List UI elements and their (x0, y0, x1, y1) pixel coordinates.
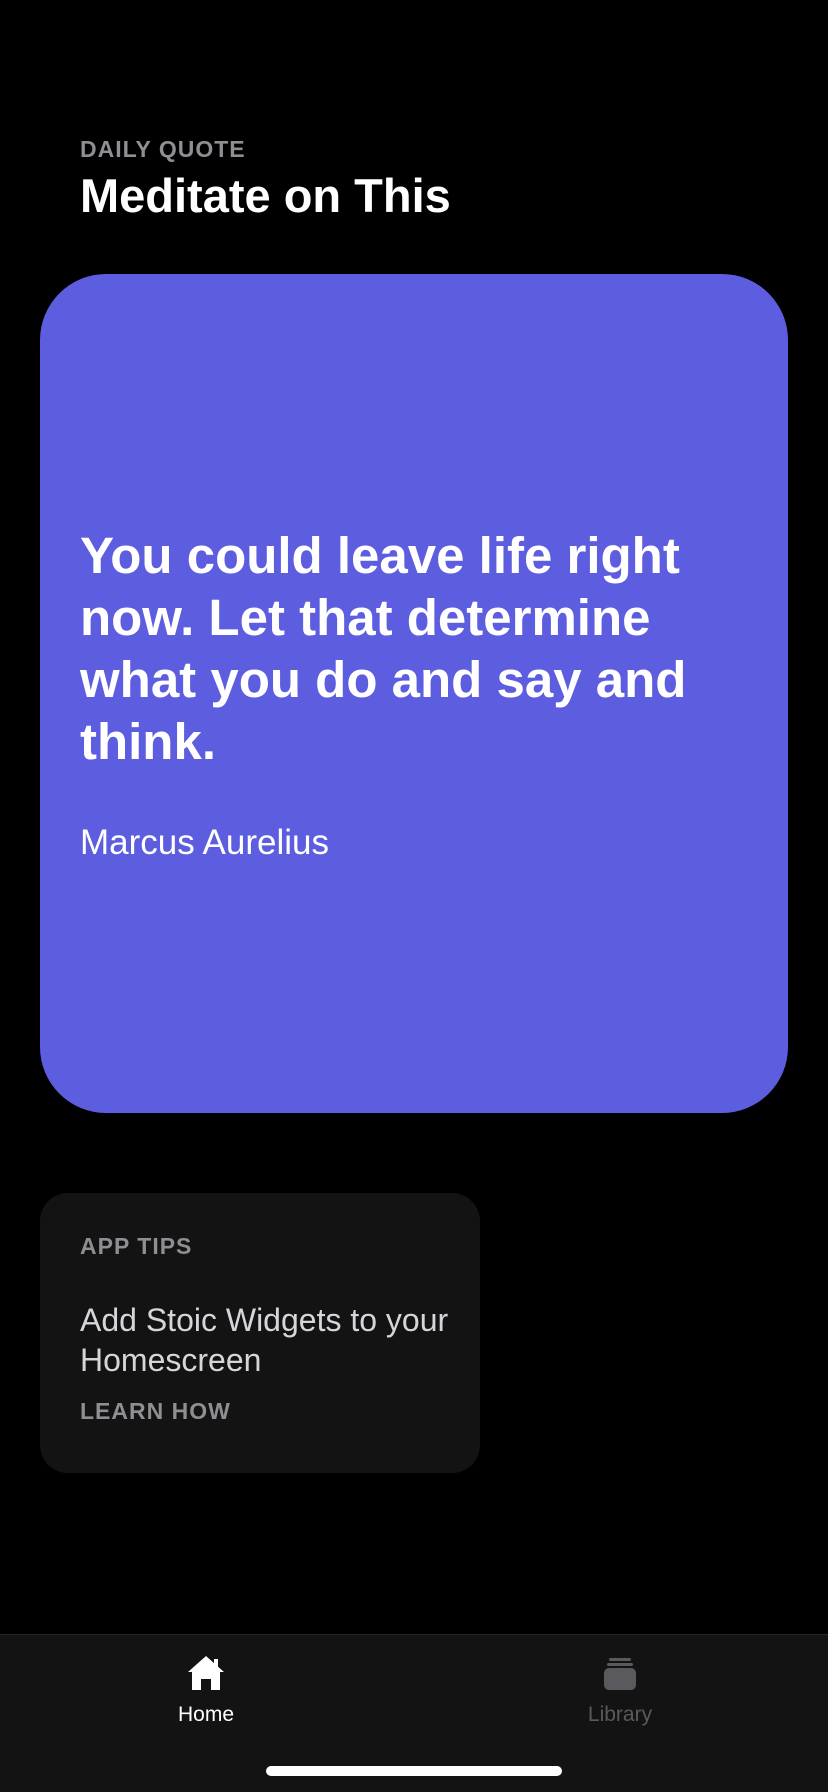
tab-library[interactable]: Library (520, 1635, 720, 1745)
tips-headline: Add Stoic Widgets to your Homescreen (80, 1302, 449, 1378)
section-eyebrow: DAILY QUOTE (80, 136, 246, 162)
tab-home[interactable]: Home (106, 1635, 306, 1745)
app-tips-card[interactable]: APP TIPS Add Stoic Widgets to your Homes… (40, 1193, 480, 1473)
tab-home-label: Home (177, 1703, 235, 1726)
home-screen: DAILY QUOTE Meditate on This You could l… (0, 0, 828, 1792)
home-indicator[interactable] (266, 1766, 562, 1776)
quote-text: You could leave life right now. Let that… (80, 526, 687, 770)
page-title: Meditate on This (80, 169, 451, 222)
tab-library-label: Library (587, 1703, 653, 1726)
house-icon (188, 1656, 224, 1690)
quote-author: Marcus Aurelius (80, 822, 329, 862)
tips-eyebrow: APP TIPS (80, 1233, 193, 1259)
quote-card[interactable]: You could leave life right now. Let that… (40, 274, 788, 1113)
learn-how-link[interactable]: LEARN HOW (80, 1398, 231, 1425)
stack-icon (604, 1658, 636, 1690)
